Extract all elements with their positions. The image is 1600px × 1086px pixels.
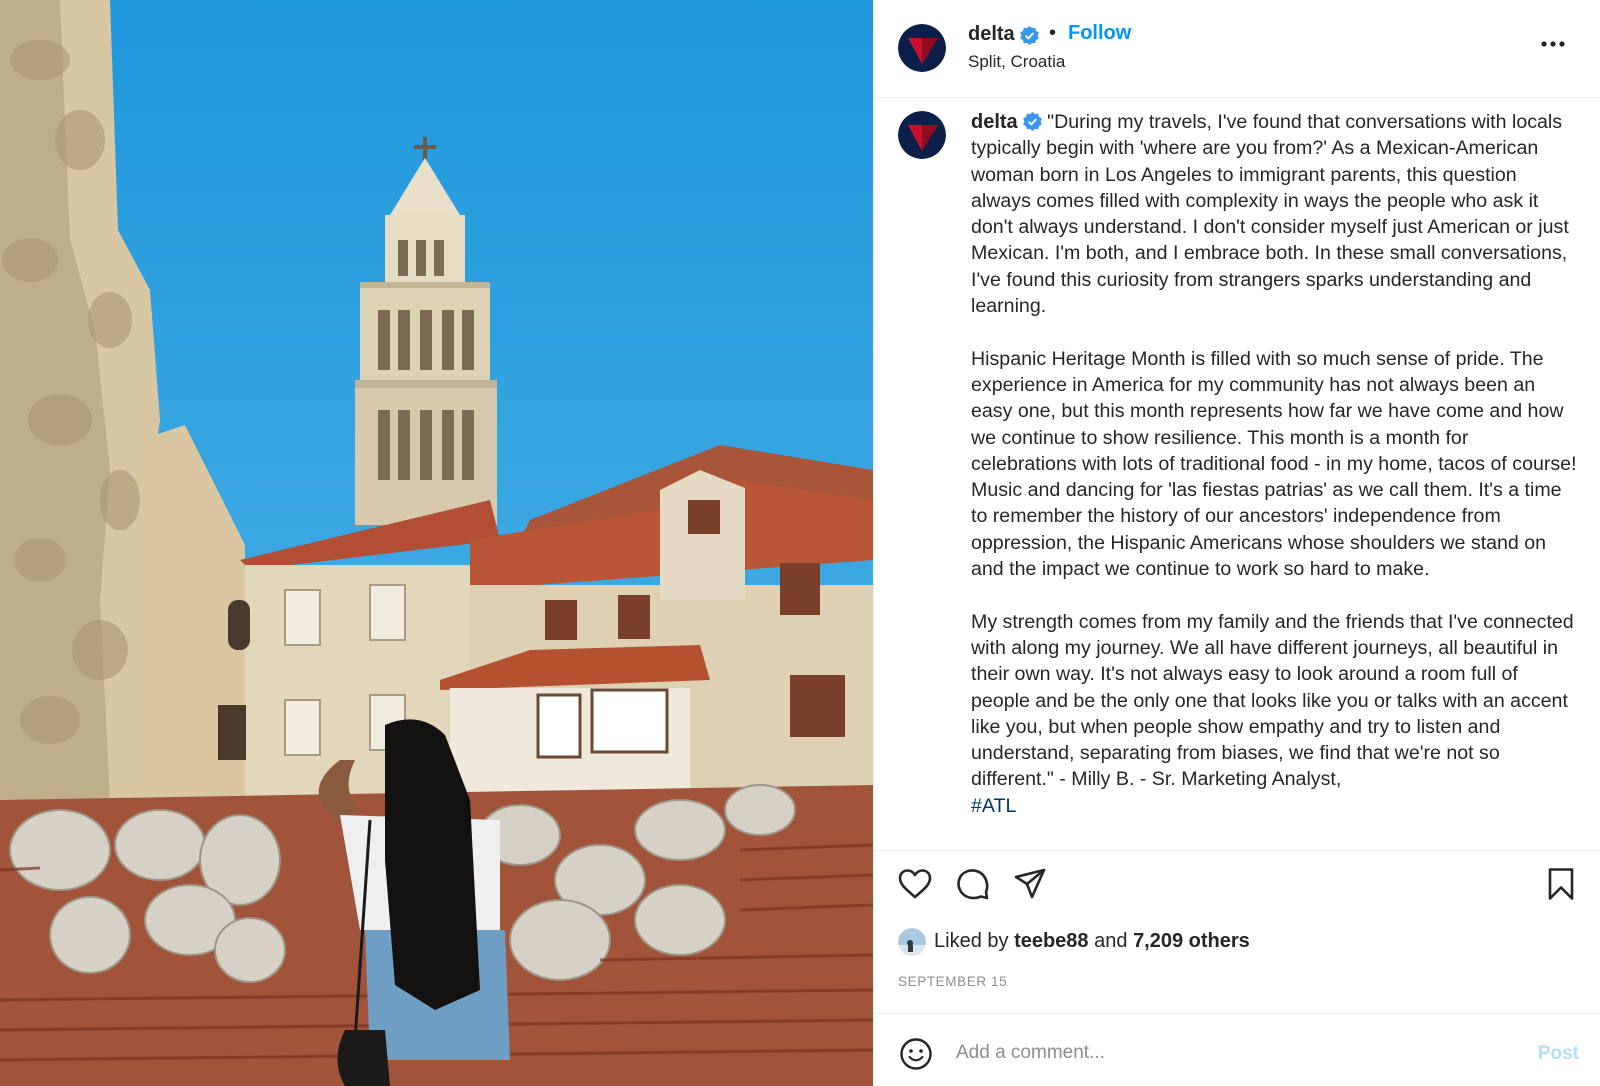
post-header: delta • Follow Split, Croatia	[874, 0, 1600, 98]
likes-conjunction: and	[1094, 930, 1128, 952]
emoji-icon[interactable]	[898, 1036, 934, 1072]
post-comment-button[interactable]: Post	[1538, 1043, 1579, 1065]
post-author-username[interactable]: delta	[968, 23, 1015, 46]
liker-avatar[interactable]	[898, 928, 926, 956]
heart-icon	[898, 869, 932, 899]
add-comment-row: Post	[874, 1013, 1600, 1086]
comment-button[interactable]	[955, 866, 991, 902]
verified-badge-icon	[1020, 26, 1039, 45]
verified-badge-icon	[1022, 112, 1042, 131]
caption-section: delta "During my travels, I've found tha…	[874, 99, 1600, 851]
post-location[interactable]: Split, Croatia	[968, 52, 1065, 72]
post-caption: delta "During my travels, I've found tha…	[971, 109, 1577, 819]
likes-prefix: Liked by	[934, 930, 1009, 952]
caption-paragraph-3: My strength comes from my family and the…	[971, 610, 1580, 791]
comment-icon	[957, 869, 989, 900]
liker-username[interactable]: teebe88	[1014, 930, 1089, 952]
comment-input[interactable]	[956, 1034, 1496, 1072]
caption-paragraph-2: Hispanic Heritage Month is filled with s…	[971, 347, 1582, 581]
hashtag-link[interactable]: #ATL	[971, 795, 1016, 817]
bookmark-icon	[1548, 868, 1574, 900]
save-button[interactable]	[1543, 866, 1579, 902]
separator-dot: •	[1049, 22, 1057, 44]
likes-count-link[interactable]: 7,209 others	[1133, 930, 1250, 952]
delta-logo-icon	[898, 24, 946, 72]
delta-avatar[interactable]	[898, 24, 946, 72]
share-button[interactable]	[1012, 866, 1048, 902]
more-options-icon[interactable]	[1538, 34, 1568, 54]
post-date[interactable]: SEPTEMBER 15	[898, 974, 1007, 989]
likes-text: Liked by teebe88 and 7,209 others	[934, 930, 1250, 953]
like-button[interactable]	[897, 866, 933, 902]
caption-author-username[interactable]: delta	[971, 111, 1018, 133]
post-photo[interactable]	[0, 0, 873, 1086]
post-details-panel: delta • Follow Split, Croatia delta "Dur…	[873, 0, 1600, 1086]
caption-author-avatar[interactable]	[898, 111, 946, 159]
liker-avatar-image	[898, 928, 926, 956]
action-bar	[874, 862, 1600, 906]
caption-paragraph-1: "During my travels, I've found that conv…	[971, 111, 1575, 318]
share-icon	[1014, 868, 1046, 899]
split-cathedral-photo	[0, 0, 873, 1086]
follow-button[interactable]: Follow	[1068, 22, 1131, 45]
delta-logo-icon	[898, 111, 946, 159]
